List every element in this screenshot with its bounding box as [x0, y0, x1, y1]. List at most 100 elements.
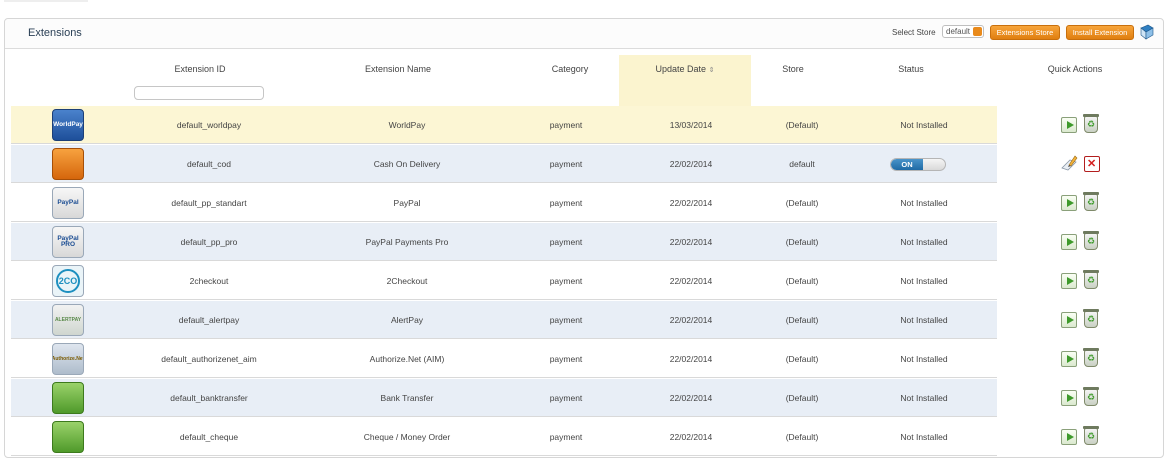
extension-name-cell: 2Checkout	[386, 276, 428, 286]
select-store-label: Select Store	[892, 28, 936, 37]
extension-id-cell: default_worldpay	[176, 120, 242, 130]
table-row[interactable]: ALERTPAY default_alertpay AlertPay payment 2…	[11, 301, 1099, 339]
play-icon[interactable]	[1061, 234, 1077, 250]
column-header-category[interactable]: Category	[505, 64, 635, 74]
category-cell: payment	[549, 237, 583, 247]
store-cell: (Default)	[785, 354, 819, 364]
extension-logo-text: PayPal	[57, 198, 79, 206]
play-icon[interactable]	[1061, 195, 1077, 211]
chevron-down-icon	[973, 27, 982, 36]
extension-id-cell: default_banktransfer	[170, 393, 248, 403]
column-header-quick-actions: Quick Actions	[1047, 64, 1103, 74]
category-cell: payment	[549, 315, 583, 325]
extension-logo-text: Authorize.Net	[52, 355, 84, 362]
edit-pencil-icon[interactable]	[1060, 154, 1078, 172]
extension-name-cell: Cheque / Money Order	[363, 432, 451, 442]
category-cell: payment	[549, 120, 583, 130]
play-icon[interactable]	[1061, 117, 1077, 133]
table-row[interactable]: default_banktransfer Bank Transfer payment…	[11, 379, 1099, 417]
extensions-store-button[interactable]: Extensions Store	[990, 25, 1060, 40]
extension-name-cell: WorldPay	[388, 120, 426, 130]
store-select[interactable]: default	[942, 25, 984, 38]
status-cell: Not Installed	[900, 315, 948, 325]
table-row[interactable]: default_cheque Cheque / Money Order paymen…	[11, 418, 1099, 456]
table-row[interactable]: PayPal default_pp_standart PayPal payment 22…	[11, 184, 1099, 222]
category-cell: payment	[549, 159, 583, 169]
extension-name-cell: PayPal Payments Pro	[365, 237, 449, 247]
store-cell: (Default)	[785, 237, 819, 247]
extension-name-cell: Bank Transfer	[380, 393, 434, 403]
extension-logo: PayPal	[52, 187, 84, 219]
store-cell: (Default)	[785, 198, 819, 208]
install-extension-button[interactable]: Install Extension	[1066, 25, 1134, 40]
table-row[interactable]: PayPal PRO default_pp_pro PayPal Payments …	[11, 223, 1099, 261]
recycle-bin-icon[interactable]	[1083, 426, 1099, 445]
store-cell: (Default)	[785, 393, 819, 403]
category-cell: payment	[549, 354, 583, 364]
extension-logo: ALERTPAY	[52, 304, 84, 336]
recycle-bin-icon[interactable]	[1083, 348, 1099, 367]
category-cell: payment	[549, 432, 583, 442]
extension-name-cell: Authorize.Net (AIM)	[369, 354, 445, 364]
category-cell: payment	[549, 393, 583, 403]
status-cell: Not Installed	[900, 276, 948, 286]
extension-logo: Authorize.Net	[52, 343, 84, 375]
extension-logo	[52, 382, 84, 414]
status-cell: Not Installed	[900, 393, 948, 403]
store-cell: (Default)	[785, 315, 819, 325]
recycle-bin-icon[interactable]	[1083, 387, 1099, 406]
category-cell: payment	[549, 198, 583, 208]
table-row[interactable]: WorldPay default_worldpay WorldPay payment 1…	[11, 106, 1099, 144]
extension-logo-text: 2CO	[56, 269, 80, 293]
store-cell: (Default)	[785, 120, 819, 130]
book-help-icon[interactable]	[1139, 24, 1155, 40]
extension-id-cell: default_pp_standart	[171, 198, 247, 208]
column-header-store[interactable]: Store	[728, 64, 858, 74]
status-cell: Not Installed	[900, 432, 948, 442]
status-cell: Not Installed	[900, 354, 948, 364]
extension-logo	[52, 148, 84, 180]
extension-id-filter-input[interactable]	[134, 86, 264, 100]
table-row[interactable]: 2CO 2checkout 2Checkout payment 22/02/2014 (D…	[11, 262, 1099, 300]
extension-logo	[52, 421, 84, 453]
extension-logo: PayPal PRO	[52, 226, 84, 258]
extensions-panel: Extensions Select Store default Extensio…	[4, 18, 1164, 458]
play-icon[interactable]	[1061, 312, 1077, 328]
extension-logo: 2CO	[52, 265, 84, 297]
extension-logo-text: PayPal PRO	[57, 234, 79, 248]
extension-id-cell: default_pp_pro	[180, 237, 238, 247]
status-toggle-label: ON	[891, 159, 923, 170]
column-header-extension-name[interactable]: Extension Name	[298, 64, 498, 74]
table-row[interactable]: default_cod Cash On Delivery payment 22/02/…	[11, 145, 1100, 183]
recycle-bin-icon[interactable]	[1083, 192, 1099, 211]
status-cell: Not Installed	[900, 198, 948, 208]
column-header-status[interactable]: Status	[846, 64, 976, 74]
status-toggle[interactable]: ON	[890, 158, 946, 171]
play-icon[interactable]	[1061, 273, 1077, 289]
panel-title: Extensions	[28, 27, 82, 39]
extension-logo: WorldPay	[52, 109, 84, 141]
recycle-bin-icon[interactable]	[1083, 114, 1099, 133]
delete-x-icon[interactable]	[1084, 156, 1100, 172]
extension-name-cell: Cash On Delivery	[373, 159, 441, 169]
store-select-value: default	[946, 27, 971, 36]
recycle-bin-icon[interactable]	[1083, 231, 1099, 250]
extension-id-cell: default_cheque	[179, 432, 239, 442]
recycle-bin-icon[interactable]	[1083, 270, 1099, 289]
play-icon[interactable]	[1061, 429, 1077, 445]
store-cell: default	[789, 159, 815, 169]
extension-id-cell: default_authorizenet_aim	[161, 354, 257, 364]
extension-id-cell: default_alertpay	[178, 315, 240, 325]
recycle-bin-icon[interactable]	[1083, 309, 1099, 328]
play-icon[interactable]	[1061, 351, 1077, 367]
status-cell: Not Installed	[900, 120, 948, 130]
store-cell: (Default)	[785, 276, 819, 286]
extension-id-cell: default_cod	[187, 159, 231, 169]
table-row[interactable]: Authorize.Net default_authorizenet_aim Aut…	[11, 340, 1099, 378]
extension-logo-text: WorldPay	[53, 120, 83, 128]
play-icon[interactable]	[1061, 390, 1077, 406]
extension-logo-text	[53, 149, 83, 179]
store-cell: (Default)	[785, 432, 819, 442]
column-header-extension-id[interactable]: Extension ID	[100, 64, 300, 74]
extension-name-cell: AlertPay	[390, 315, 424, 325]
